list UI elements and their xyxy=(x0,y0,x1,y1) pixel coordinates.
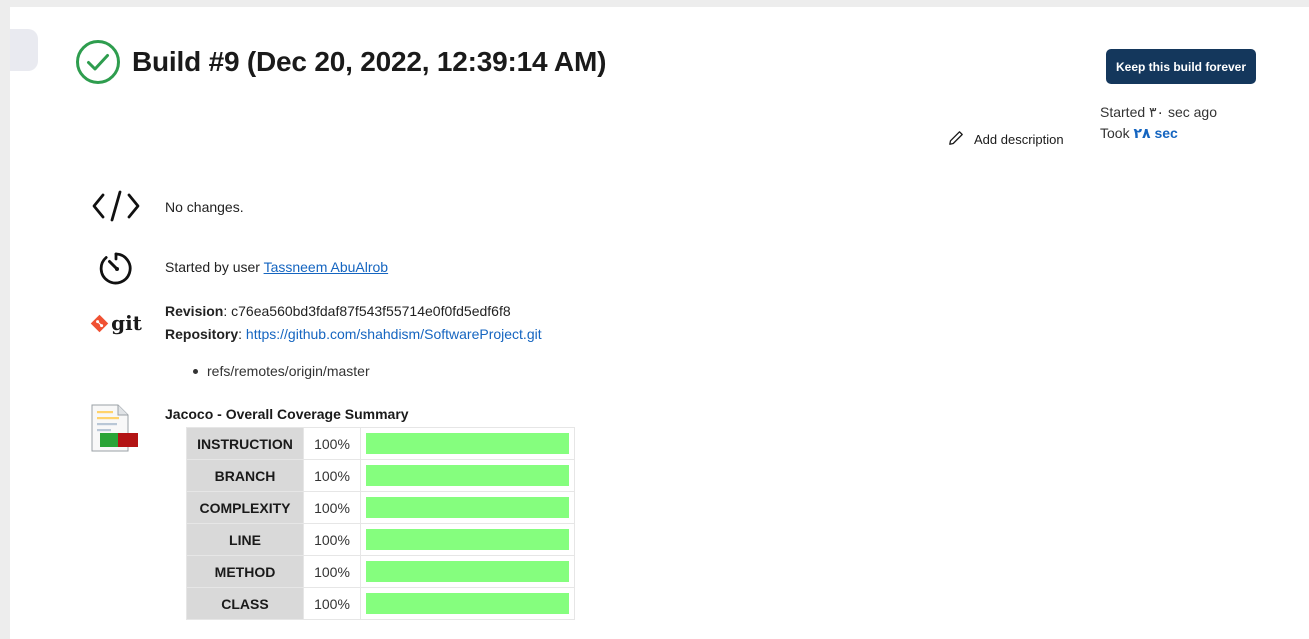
coverage-bar xyxy=(366,465,569,486)
revision-value: : c76ea560bd3fdaf87f543f55714e0f0fd5edf6… xyxy=(223,303,511,319)
bullet xyxy=(193,368,198,374)
coverage-bar-cell xyxy=(360,459,575,492)
timer-icon xyxy=(86,248,146,288)
metric-name: LINE xyxy=(186,523,304,556)
user-link[interactable]: Tassneem AbuAlrob xyxy=(264,259,389,275)
took-label: Took xyxy=(1100,125,1134,141)
git-logo-text: git xyxy=(111,311,142,335)
metric-name: INSTRUCTION xyxy=(186,427,304,460)
coverage-bar-fill xyxy=(366,497,569,518)
metric-name: METHOD xyxy=(186,555,304,588)
table-row: INSTRUCTION 100% xyxy=(186,427,575,460)
took-duration-link[interactable]: ٢٨ sec xyxy=(1133,125,1177,141)
started-by-text: Started by user Tassneem AbuAlrob xyxy=(165,259,388,275)
coverage-bar xyxy=(366,561,569,582)
revision-label: Revision xyxy=(165,303,224,319)
coverage-bar-fill xyxy=(366,561,569,582)
add-description-label: Add description xyxy=(974,132,1064,147)
started-by-prefix: Started by user xyxy=(165,259,264,275)
coverage-bar xyxy=(366,433,569,454)
coverage-bar-fill xyxy=(366,465,569,486)
coverage-bar-fill xyxy=(366,593,569,614)
table-row: COMPLEXITY 100% xyxy=(186,491,575,524)
list-item: refs/remotes/origin/master xyxy=(193,363,370,379)
table-row: BRANCH 100% xyxy=(186,459,575,492)
coverage-percent: 100% xyxy=(303,555,361,588)
coverage-bar xyxy=(366,593,569,614)
repository-line: Repository: https://github.com/shahdism/… xyxy=(165,326,542,342)
success-check-circle-icon xyxy=(74,38,122,86)
coverage-bar-fill xyxy=(366,433,569,454)
coverage-table: INSTRUCTION 100% BRANCH 100% COMPLEXITY … xyxy=(186,427,575,620)
table-row: LINE 100% xyxy=(186,523,575,556)
add-description-button[interactable]: Add description xyxy=(948,130,1064,149)
took-duration: Took ٢٨ sec xyxy=(1100,123,1217,144)
revision-line: Revision: c76ea560bd3fdaf87f543f55714e0f… xyxy=(165,303,511,319)
metric-name: CLASS xyxy=(186,587,304,620)
changes-text: No changes. xyxy=(165,199,244,215)
coverage-percent: 100% xyxy=(303,523,361,556)
branch-name: refs/remotes/origin/master xyxy=(207,363,370,379)
coverage-bar-cell xyxy=(360,587,575,620)
build-page: Build #9 (Dec 20, 2022, 12:39:14 AM) Kee… xyxy=(10,7,1309,639)
coverage-percent: 100% xyxy=(303,427,361,460)
jacoco-title: Jacoco - Overall Coverage Summary xyxy=(165,406,409,422)
coverage-bar-fill xyxy=(366,529,569,550)
coverage-bar xyxy=(366,529,569,550)
coverage-bar-cell xyxy=(360,555,575,588)
repository-label: Repository xyxy=(165,326,239,342)
pencil-icon xyxy=(948,130,964,149)
coverage-bar xyxy=(366,497,569,518)
repository-separator: : xyxy=(238,326,246,342)
git-logo-icon: git xyxy=(86,311,146,335)
coverage-bar-cell xyxy=(360,491,575,524)
started-ago-text: Started ٣٠ sec ago xyxy=(1100,104,1218,120)
repository-link[interactable]: https://github.com/shahdism/SoftwareProj… xyxy=(246,326,542,342)
metric-name: COMPLEXITY xyxy=(186,491,304,524)
table-row: CLASS 100% xyxy=(186,587,575,620)
coverage-bar-cell xyxy=(360,427,575,460)
metric-name: BRANCH xyxy=(186,459,304,492)
side-panel-tab[interactable] xyxy=(10,29,38,71)
coverage-percent: 100% xyxy=(303,491,361,524)
table-row: METHOD 100% xyxy=(186,555,575,588)
page-title: Build #9 (Dec 20, 2022, 12:39:14 AM) xyxy=(132,46,607,77)
coverage-percent: 100% xyxy=(303,459,361,492)
build-times: Started ٣٠ sec ago Took ٢٨ sec xyxy=(1100,102,1217,144)
code-icon xyxy=(86,190,146,222)
coverage-bar-cell xyxy=(360,523,575,556)
coverage-percent: 100% xyxy=(303,587,361,620)
coverage-report-icon xyxy=(86,403,146,455)
keep-build-forever-button[interactable]: Keep this build forever xyxy=(1106,49,1256,84)
